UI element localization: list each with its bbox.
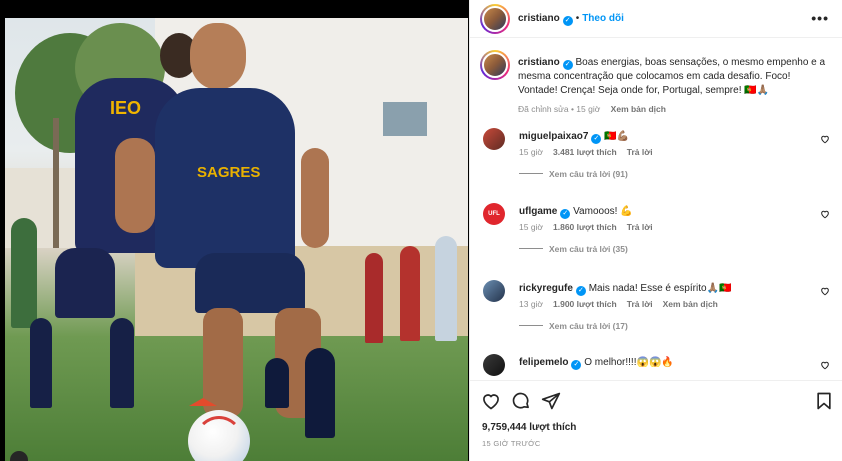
- post-panel: cristiano ✓ • Theo dõi ••• cristiano ✓ Boas …: [469, 0, 842, 461]
- building-window: [383, 102, 427, 136]
- comment-text: Vamooos! 💪: [573, 206, 633, 217]
- training-cone: [189, 398, 217, 406]
- verified-icon: ✓: [571, 360, 582, 370]
- comment-meta: 15 giờ 3.481 lượt thích Trả lời: [519, 147, 663, 157]
- background-player: [11, 218, 37, 328]
- comment-likes[interactable]: 1.900 lượt thích: [553, 299, 617, 309]
- player-arm: [115, 138, 155, 233]
- commenter-username[interactable]: uflgame: [519, 206, 557, 217]
- follow-button[interactable]: Theo dõi: [582, 13, 624, 24]
- commenter-username[interactable]: felipemelo: [519, 357, 568, 368]
- teammate-leg: [110, 318, 134, 408]
- comment-time: 15 giờ: [519, 222, 544, 232]
- bookmark-icon[interactable]: [814, 391, 834, 411]
- comment-text: 🇵🇹💪🏽: [604, 131, 630, 142]
- see-translation-link[interactable]: Xem bản dịch: [663, 299, 718, 309]
- commenter-username[interactable]: rickyregufe: [519, 283, 573, 294]
- caption-time: 15 giờ: [576, 104, 601, 114]
- header-author: cristiano ✓ • Theo dõi: [518, 13, 624, 26]
- verified-icon: ✓: [562, 60, 573, 70]
- comment-body: uflgame ✓ Vamooos! 💪: [519, 205, 809, 219]
- comment-body: rickyregufe ✓ Mais nada! Esse é espírito🙏…: [519, 282, 809, 296]
- comment-body: miguelpaixao7 ✓ 🇵🇹💪🏽: [519, 130, 809, 144]
- commenter-avatar[interactable]: UFL: [483, 203, 505, 225]
- caption-username[interactable]: cristiano: [518, 57, 560, 68]
- view-replies-label: Xem câu trả lời (17): [549, 321, 628, 331]
- caption-meta: Đã chỉnh sửa • 15 giờ Xem bản dịch: [518, 104, 666, 114]
- player-shirt-text: SAGRES: [197, 164, 261, 181]
- comment-time: 13 giờ: [519, 299, 544, 309]
- tree-trunk: [53, 118, 59, 248]
- post-timestamp[interactable]: 15 GIỜ TRƯỚC: [482, 439, 541, 448]
- caption-avatar[interactable]: [480, 50, 510, 80]
- more-options-icon[interactable]: •••: [811, 10, 829, 26]
- comment-like-icon[interactable]: [820, 209, 830, 219]
- commenter-avatar[interactable]: [483, 354, 505, 376]
- teammate-leg: [30, 318, 52, 408]
- post-actions: 9,759,444 lượt thích 15 GIỜ TRƯỚC: [470, 380, 842, 461]
- comment-meta: 13 giờ 1.900 lượt thích Trả lời Xem bản dịc…: [519, 299, 728, 309]
- comment-like-icon[interactable]: [820, 134, 830, 144]
- comment-text: O melhor!!!!😱😱🔥: [584, 357, 674, 368]
- background-player: [435, 236, 457, 341]
- player-sock: [265, 358, 289, 408]
- edited-label: Đã chỉnh sửa: [518, 104, 569, 114]
- author-username[interactable]: cristiano: [518, 13, 560, 24]
- comment-likes[interactable]: 3.481 lượt thích: [553, 147, 617, 157]
- reply-button[interactable]: Trả lời: [627, 147, 653, 157]
- post-caption: cristiano ✓ Boas energias, boas sensações…: [518, 56, 828, 116]
- comment-text: Mais nada! Esse é espírito🙏🏽🇵🇹: [588, 283, 732, 294]
- comment-icon[interactable]: [511, 391, 531, 411]
- commenter-avatar[interactable]: [483, 128, 505, 150]
- see-translation-link[interactable]: Xem bản dịch: [611, 104, 666, 114]
- like-count[interactable]: 9,759,444 lượt thích: [482, 422, 576, 433]
- player-sock: [305, 348, 335, 438]
- reply-button[interactable]: Trả lời: [627, 299, 653, 309]
- background-player: [400, 246, 420, 341]
- background-player: [365, 253, 383, 343]
- comment-meta: 15 giờ 1.860 lượt thích Trả lời: [519, 222, 663, 232]
- verified-icon: ✓: [591, 134, 602, 144]
- heart-icon[interactable]: [481, 391, 501, 411]
- player-head: [190, 23, 246, 89]
- player-arm: [301, 148, 329, 248]
- commenter-avatar[interactable]: [483, 280, 505, 302]
- comment-like-icon[interactable]: [820, 360, 830, 370]
- comment-like-icon[interactable]: [820, 286, 830, 296]
- ball-pattern: [195, 416, 243, 461]
- verified-icon: ✓: [560, 209, 571, 219]
- verified-icon: ✓: [575, 286, 586, 296]
- comment-time: 15 giờ: [519, 147, 544, 157]
- author-avatar[interactable]: [480, 4, 510, 34]
- share-icon[interactable]: [541, 391, 561, 411]
- comment-likes[interactable]: 1.860 lượt thích: [553, 222, 617, 232]
- view-replies-button[interactable]: Xem câu trả lời (17): [519, 321, 628, 331]
- comment-body: felipemelo ✓ O melhor!!!!😱😱🔥: [519, 356, 809, 370]
- view-replies-button[interactable]: Xem câu trả lời (35): [519, 244, 628, 254]
- post-media[interactable]: IEO SAGRES: [0, 0, 469, 461]
- verified-icon: ✓: [562, 16, 573, 26]
- view-replies-label: Xem câu trả lời (35): [549, 244, 628, 254]
- player-shorts: [195, 253, 305, 313]
- teammate-shorts: [55, 248, 115, 318]
- commenter-username[interactable]: miguelpaixao7: [519, 131, 588, 142]
- post-photo: IEO SAGRES: [5, 18, 468, 461]
- reply-button[interactable]: Trả lời: [627, 222, 653, 232]
- teammate-shirt-text: IEO: [110, 98, 142, 118]
- post-header: cristiano ✓ • Theo dõi •••: [470, 0, 842, 38]
- view-replies-label: Xem câu trả lời (91): [549, 169, 628, 179]
- separator-dot: •: [575, 13, 580, 24]
- view-replies-button[interactable]: Xem câu trả lời (91): [519, 169, 628, 179]
